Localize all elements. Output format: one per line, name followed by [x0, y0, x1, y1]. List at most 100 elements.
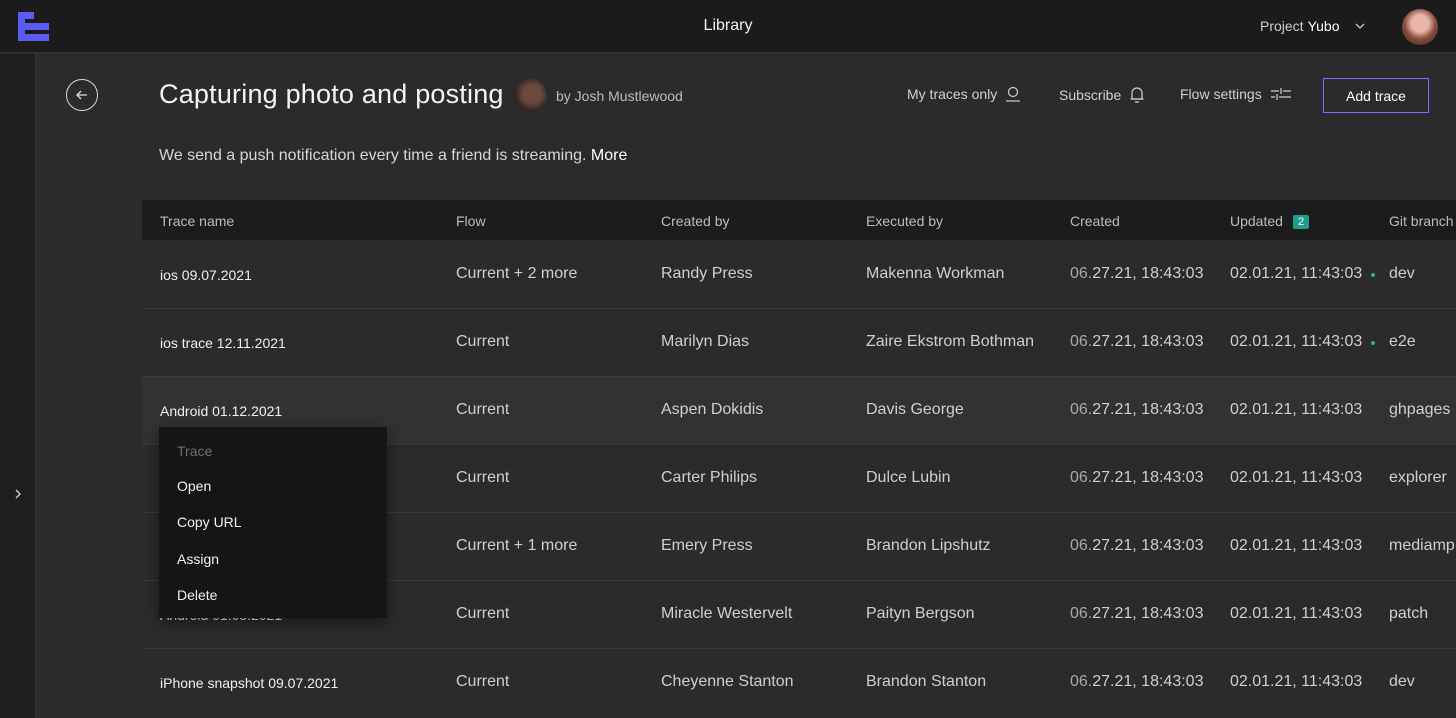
- flow-settings-label: Flow settings: [1180, 86, 1262, 102]
- table-header: Trace name Flow Created by Executed by C…: [142, 200, 1456, 240]
- my-traces-label: My traces only: [907, 86, 998, 102]
- created-cell: 06.27.21, 18:43:03: [1070, 605, 1203, 623]
- project-name: Yubo: [1307, 18, 1340, 34]
- created-cell: 06.27.21, 18:43:03: [1070, 673, 1203, 691]
- updated-indicator-dot: [1371, 341, 1375, 345]
- page-header-title: Library: [703, 17, 753, 34]
- flow-cell: Current: [456, 333, 510, 350]
- flow-cell: Current: [456, 605, 510, 622]
- updated-cell: 02.01.21, 11:43:03: [1230, 401, 1363, 418]
- updated-cell: 02.01.21, 11:43:03: [1230, 605, 1363, 622]
- user-icon: [1006, 86, 1021, 102]
- user-avatar[interactable]: [1402, 9, 1438, 45]
- flow-cell: Current + 2 more: [456, 265, 578, 282]
- trace-name: ios trace 12.11.2021: [160, 335, 286, 351]
- project-label: Project: [1260, 18, 1304, 34]
- trace-context-menu: Trace Open Copy URL Assign Delete: [159, 427, 387, 618]
- updated-cell: 02.01.21, 11:43:03: [1230, 265, 1363, 282]
- created-month: 06.: [1070, 401, 1093, 418]
- executed-by-cell: Paityn Bergson: [866, 605, 975, 622]
- author-avatar: [514, 79, 547, 112]
- table-row[interactable]: iPhone snapshot 09.07.2021 Current Cheye…: [142, 649, 1456, 717]
- created-rest: 27.21, 18:43:03: [1092, 673, 1204, 690]
- flow-settings-button[interactable]: Flow settings: [1180, 86, 1292, 102]
- created-by-cell: Carter Philips: [661, 469, 758, 486]
- description-text: We send a push notification every time a…: [159, 147, 587, 164]
- context-menu-title: Trace: [177, 443, 213, 459]
- executed-by-cell: Makenna Workman: [866, 265, 1005, 282]
- created-month: 06.: [1070, 333, 1093, 350]
- executed-by-cell: Dulce Lubin: [866, 469, 951, 486]
- git-branch-cell: dev: [1389, 673, 1415, 690]
- created-month: 06.: [1070, 265, 1093, 282]
- updated-cell: 02.01.21, 11:43:03: [1230, 537, 1363, 554]
- table-row[interactable]: ios 09.07.2021 Current + 2 more Randy Pr…: [142, 241, 1456, 309]
- git-branch-cell: dev: [1389, 265, 1415, 282]
- bell-icon: [1130, 87, 1144, 103]
- created-by-cell: Miracle Westervelt: [661, 605, 793, 622]
- created-by-cell: Cheyenne Stanton: [661, 673, 794, 690]
- created-month: 06.: [1070, 469, 1093, 486]
- add-trace-button[interactable]: Add trace: [1323, 78, 1429, 113]
- flow-cell: Current: [456, 401, 510, 418]
- created-rest: 27.21, 18:43:03: [1092, 605, 1204, 622]
- column-header-updated[interactable]: Updated 2: [1230, 213, 1310, 229]
- executed-by-cell: Davis George: [866, 401, 964, 418]
- project-selector[interactable]: Project Yubo: [1260, 18, 1366, 34]
- column-header-created[interactable]: Created: [1070, 213, 1120, 229]
- executed-by-cell: Brandon Lipshutz: [866, 537, 991, 554]
- flow-title: Capturing photo and posting: [159, 79, 504, 109]
- column-header-git-branch[interactable]: Git branch: [1389, 213, 1454, 229]
- menu-item-open[interactable]: Open: [177, 478, 211, 494]
- author-name[interactable]: by Josh Mustlewood: [556, 88, 683, 104]
- my-traces-toggle[interactable]: My traces only: [907, 86, 1021, 102]
- git-branch-cell: e2e: [1389, 333, 1416, 350]
- updated-cell: 02.01.21, 11:43:03: [1230, 469, 1363, 486]
- updated-cell: 02.01.21, 11:43:03: [1230, 673, 1363, 690]
- subscribe-label: Subscribe: [1059, 87, 1122, 103]
- menu-item-assign[interactable]: Assign: [177, 551, 219, 567]
- column-header-created-by[interactable]: Created by: [661, 213, 729, 229]
- column-header-trace-name[interactable]: Trace name: [160, 213, 234, 229]
- more-link[interactable]: More: [591, 147, 627, 164]
- menu-item-delete[interactable]: Delete: [177, 587, 217, 603]
- table-row[interactable]: ios trace 12.11.2021 Current Marilyn Dia…: [142, 309, 1456, 377]
- chevron-down-icon: [1355, 23, 1364, 29]
- created-month: 06.: [1070, 605, 1093, 622]
- trace-name: Android 01.12.2021: [160, 403, 283, 419]
- created-month: 06.: [1070, 537, 1093, 554]
- column-header-executed-by[interactable]: Executed by: [866, 213, 943, 229]
- menu-item-copy-url[interactable]: Copy URL: [177, 514, 242, 530]
- created-cell: 06.27.21, 18:43:03: [1070, 469, 1203, 487]
- created-cell: 06.27.21, 18:43:03: [1070, 401, 1203, 419]
- flow-description: We send a push notification every time a…: [159, 147, 627, 165]
- created-rest: 27.21, 18:43:03: [1092, 401, 1204, 418]
- flow-cell: Current + 1 more: [456, 537, 578, 554]
- back-button[interactable]: [66, 79, 98, 111]
- sliders-icon: [1270, 88, 1291, 100]
- git-branch-cell: patch: [1389, 605, 1429, 622]
- updated-cell: 02.01.21, 11:43:03: [1230, 333, 1363, 350]
- chevron-right-icon[interactable]: [12, 487, 24, 501]
- created-cell: 06.27.21, 18:43:03: [1070, 537, 1203, 555]
- left-sidebar-collapsed: [0, 54, 36, 718]
- flow-cell: Current: [456, 469, 510, 486]
- created-rest: 27.21, 18:43:03: [1092, 333, 1204, 350]
- flow-cell: Current: [456, 673, 510, 690]
- created-rest: 27.21, 18:43:03: [1092, 537, 1204, 554]
- executed-by-cell: Zaire Ekstrom Bothman: [866, 333, 1035, 350]
- column-header-flow[interactable]: Flow: [456, 213, 486, 229]
- updated-indicator-dot: [1371, 273, 1375, 277]
- created-rest: 27.21, 18:43:03: [1092, 265, 1204, 282]
- trace-name: ios 09.07.2021: [160, 267, 252, 283]
- created-rest: 27.21, 18:43:03: [1092, 469, 1204, 486]
- created-by-cell: Aspen Dokidis: [661, 401, 764, 418]
- subscribe-button[interactable]: Subscribe: [1059, 86, 1145, 104]
- git-branch-cell: mediamp: [1389, 537, 1455, 554]
- created-by-cell: Emery Press: [661, 537, 753, 554]
- created-by-cell: Randy Press: [661, 265, 753, 282]
- trace-name: iPhone snapshot 09.07.2021: [160, 675, 339, 691]
- updated-label: Updated: [1230, 213, 1283, 229]
- arrow-left-icon: [76, 90, 87, 100]
- git-branch-cell: ghpages: [1389, 401, 1451, 418]
